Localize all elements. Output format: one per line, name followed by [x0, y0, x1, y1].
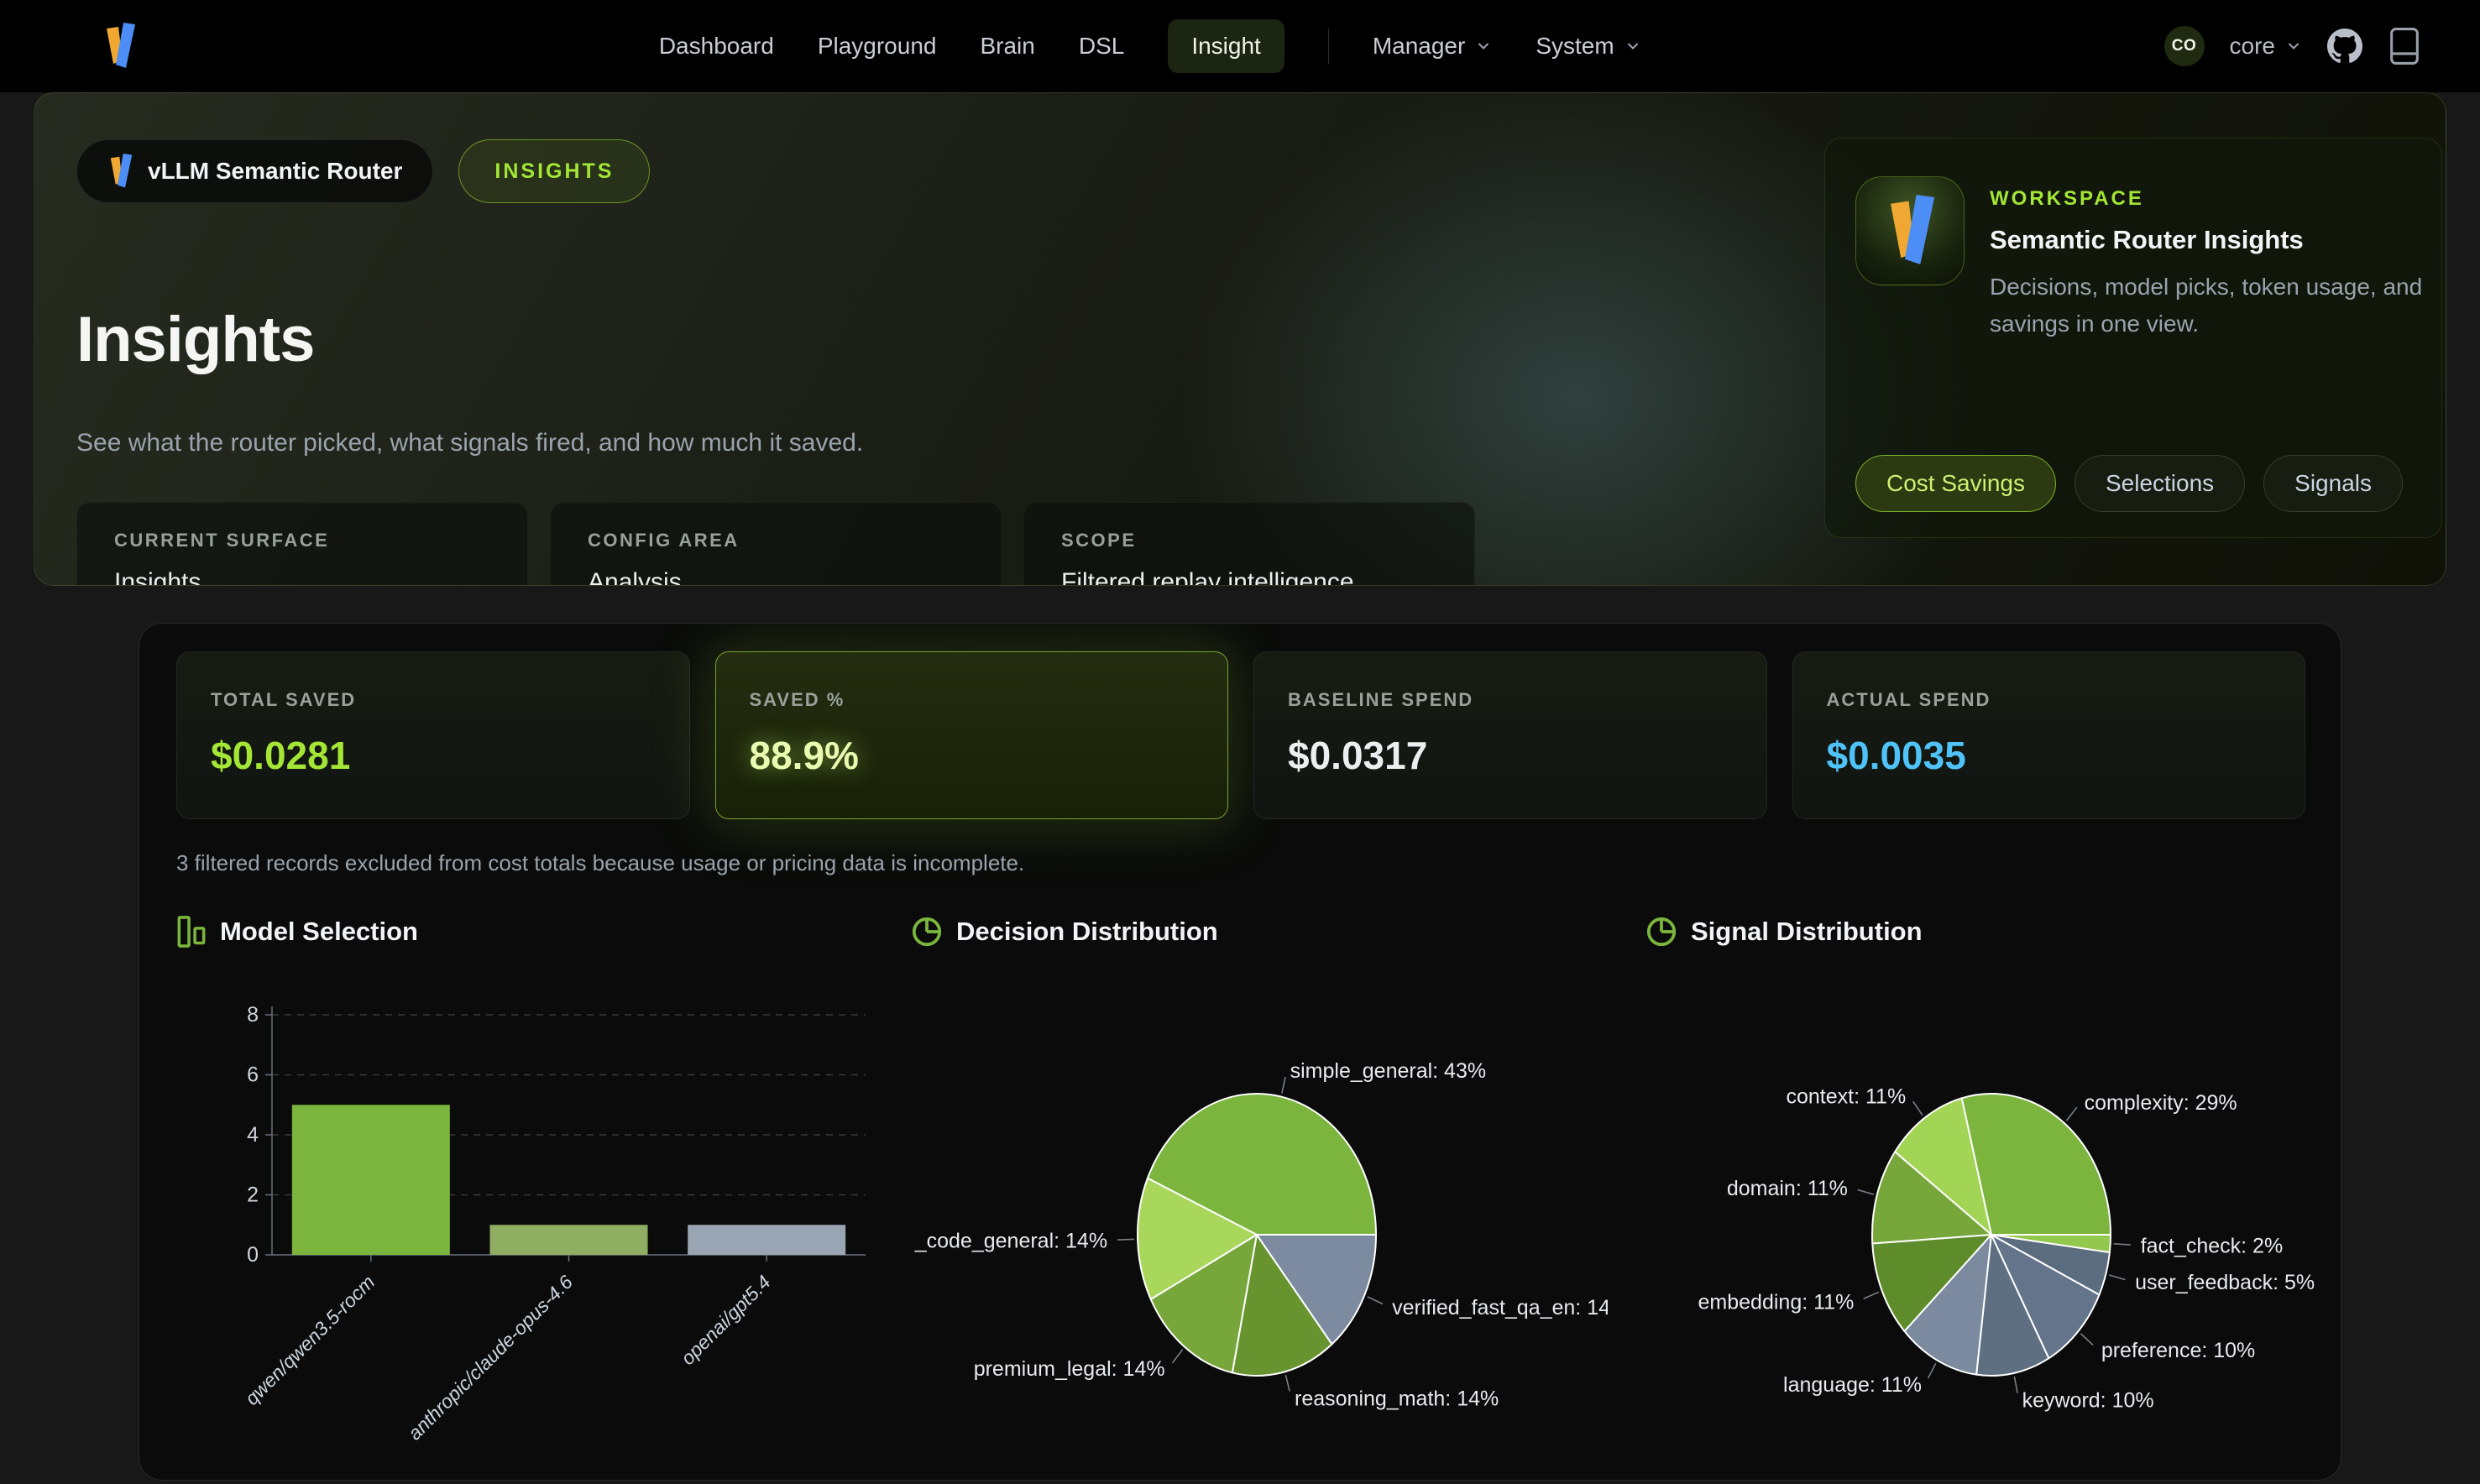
stat-label: BASELINE SPEND	[1288, 689, 1733, 711]
svg-text:verified_fast_qa_en: 14%: verified_fast_qa_en: 14%	[1392, 1296, 1608, 1319]
account-avatar[interactable]: CO	[2164, 26, 2205, 66]
model-selection-bar-chart: 0 2 4 6 8 qwen/qwen3.5-rocmanthropic/claude-o…	[176, 975, 873, 1481]
info-card-current-surface: CURRENT SURFACE Insights	[76, 502, 528, 586]
book-icon	[2388, 27, 2421, 65]
svg-text:2: 2	[247, 1184, 259, 1207]
vllm-logo-icon	[107, 154, 133, 189]
stat-card-actual-spend: ACTUAL SPEND $0.0035	[1792, 651, 2306, 819]
top-nav: Dashboard Playground Brain DSL Insight M…	[0, 0, 2480, 92]
filtered-records-note: 3 filtered records excluded from cost to…	[176, 850, 1024, 876]
svg-text:fact_check: 2%: fact_check: 2%	[2141, 1235, 2284, 1258]
nav-link-brain[interactable]: Brain	[980, 33, 1034, 60]
info-card-label: CURRENT SURFACE	[114, 530, 490, 551]
nav-link-dashboard[interactable]: Dashboard	[659, 33, 774, 60]
stat-label: ACTUAL SPEND	[1827, 689, 2272, 711]
info-card-value: Insights	[114, 568, 490, 586]
stat-label: TOTAL SAVED	[211, 689, 656, 711]
workspace-card: WORKSPACE Semantic Router Insights Decis…	[1824, 138, 2442, 538]
svg-text:preference: 10%: preference: 10%	[2101, 1339, 2255, 1362]
chart-title-label: Signal Distribution	[1691, 917, 1923, 947]
stat-card-baseline-spend: BASELINE SPEND $0.0317	[1253, 651, 1767, 819]
org-switcher[interactable]: core	[2230, 33, 2302, 60]
workspace-title: Semantic Router Insights	[1990, 225, 2304, 255]
svg-text:anthropic/claude-opus-4.6: anthropic/claude-opus-4.6	[404, 1271, 578, 1445]
chart-decision-distribution: Decision Distribution simple_general: 43…	[911, 912, 1608, 1481]
org-name: core	[2230, 33, 2275, 60]
page-title: Insights	[76, 303, 314, 376]
svg-text:_code_general: 14%: _code_general: 14%	[914, 1229, 1107, 1252]
svg-text:6: 6	[247, 1063, 259, 1087]
svg-text:language: 11%: language: 11%	[1783, 1373, 1922, 1397]
info-card-value: Analysis	[588, 568, 964, 586]
info-card-label: SCOPE	[1061, 530, 1437, 551]
svg-text:reasoning_math: 14%: reasoning_math: 14%	[1295, 1387, 1499, 1410]
nav-link-dsl[interactable]: DSL	[1079, 33, 1124, 60]
chip-signals[interactable]: Signals	[2263, 455, 2403, 512]
chart-title-label: Model Selection	[220, 917, 418, 947]
signal-distribution-pie-chart: complexity: 29% context: 11% domain: 11% em…	[1645, 975, 2341, 1481]
github-link[interactable]	[2327, 29, 2362, 64]
app-logo[interactable]	[102, 23, 136, 70]
stat-card-total-saved: TOTAL SAVED $0.0281	[176, 651, 690, 819]
hero-section: vLLM Semantic Router INSIGHTS Insights S…	[34, 92, 2446, 586]
chart-signal-distribution: Signal Distribution complexity: 29% conte…	[1645, 912, 2341, 1481]
svg-text:8: 8	[247, 1003, 259, 1027]
nav-link-insight-active[interactable]: Insight	[1168, 19, 1284, 73]
svg-text:4: 4	[247, 1123, 259, 1147]
info-card-label: CONFIG AREA	[588, 530, 964, 551]
chart-title-label: Decision Distribution	[956, 917, 1218, 947]
chevron-down-icon	[1475, 38, 1492, 55]
nav-divider	[1328, 29, 1329, 64]
svg-text:context: 11%: context: 11%	[1787, 1085, 1907, 1109]
svg-text:keyword: 10%: keyword: 10%	[2022, 1388, 2154, 1412]
svg-text:complexity: 29%: complexity: 29%	[2085, 1091, 2237, 1115]
decision-distribution-pie-chart: simple_general: 43% _code_general: 14% pre…	[911, 975, 1608, 1481]
svg-text:simple_general: 43%: simple_general: 43%	[1290, 1059, 1486, 1083]
svg-text:premium_legal: 14%: premium_legal: 14%	[974, 1357, 1165, 1381]
github-icon	[2327, 29, 2362, 64]
stat-card-saved-pct: SAVED % 88.9%	[715, 651, 1229, 819]
chevron-down-icon	[1625, 38, 1641, 55]
page-subtitle: See what the router picked, what signals…	[76, 429, 863, 457]
workspace-label: WORKSPACE	[1990, 187, 2144, 211]
chevron-down-icon	[2285, 38, 2302, 55]
nav-menu-manager[interactable]: Manager	[1373, 33, 1493, 60]
pie-chart-icon	[911, 916, 943, 948]
stat-value: $0.0035	[1827, 733, 2272, 778]
vllm-logo-icon	[1884, 195, 1936, 267]
svg-text:domain: 11%: domain: 11%	[1727, 1177, 1848, 1200]
stat-value: $0.0317	[1288, 733, 1733, 778]
insights-tag-badge: INSIGHTS	[458, 139, 650, 203]
info-card-scope: SCOPE Filtered replay intelligence	[1023, 502, 1475, 586]
svg-text:embedding: 11%: embedding: 11%	[1698, 1290, 1855, 1314]
vllm-logo-icon	[102, 23, 136, 70]
docs-button[interactable]	[2388, 27, 2421, 65]
nav-menu-system[interactable]: System	[1536, 33, 1640, 60]
stat-label: SAVED %	[750, 689, 1195, 711]
chart-model-selection: Model Selection 0 2 4 6 8 qwen/qwen3.5-rocman…	[176, 912, 873, 1481]
chip-cost-savings[interactable]: Cost Savings	[1855, 455, 2056, 512]
nav-link-playground[interactable]: Playground	[818, 33, 937, 60]
stat-value: 88.9%	[750, 733, 1195, 778]
info-card-config-area: CONFIG AREA Analysis	[550, 502, 1002, 586]
app-badge-label: vLLM Semantic Router	[148, 158, 402, 185]
bar-chart-icon	[176, 915, 207, 948]
stat-value: $0.0281	[211, 733, 656, 778]
svg-text:user_feedback: 5%: user_feedback: 5%	[2135, 1271, 2315, 1294]
workspace-logo-tile	[1855, 176, 1965, 285]
insights-panel: TOTAL SAVED $0.0281 SAVED % 88.9% BASELI…	[139, 623, 2341, 1481]
nav-menu-system-label: System	[1536, 33, 1614, 60]
hero-badges: vLLM Semantic Router INSIGHTS	[76, 139, 650, 203]
svg-text:0: 0	[247, 1243, 259, 1267]
app-badge[interactable]: vLLM Semantic Router	[76, 139, 433, 203]
chip-selections[interactable]: Selections	[2075, 455, 2245, 512]
info-card-value: Filtered replay intelligence	[1061, 568, 1437, 586]
workspace-description: Decisions, model picks, token usage, and…	[1990, 269, 2443, 342]
svg-text:openai/gpt5.4: openai/gpt5.4	[677, 1271, 775, 1369]
pie-chart-icon	[1645, 916, 1677, 948]
svg-text:qwen/qwen3.5-rocm: qwen/qwen3.5-rocm	[241, 1271, 379, 1409]
nav-menu-manager-label: Manager	[1373, 33, 1466, 60]
